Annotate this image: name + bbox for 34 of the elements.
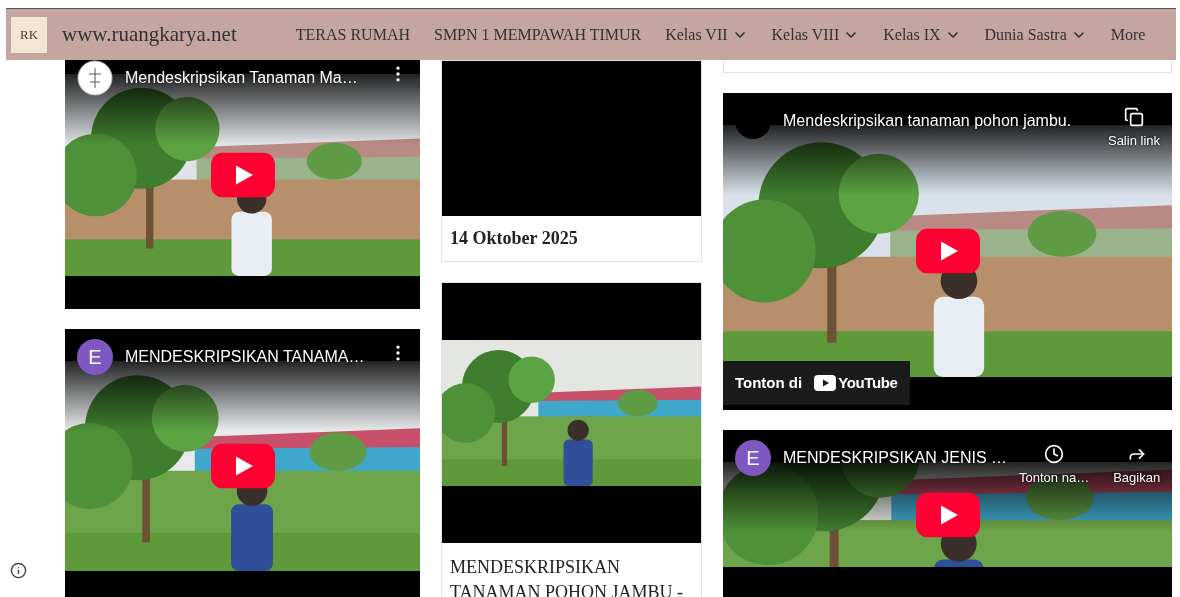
channel-avatar[interactable]: E: [77, 339, 113, 375]
info-icon[interactable]: [10, 562, 27, 579]
nav-link[interactable]: SMPN 1 MEMPAWAH TIMUR: [434, 22, 642, 47]
nav-link[interactable]: TERAS RUMAH: [295, 22, 410, 47]
post-card[interactable]: 14 Oktober 2025: [441, 60, 702, 262]
video-action[interactable]: Salin link: [1107, 107, 1160, 151]
youtube-logo: YouTube: [814, 371, 898, 395]
copy-icon: [1124, 107, 1144, 127]
play-button[interactable]: [210, 152, 275, 198]
video-title[interactable]: MENDESKRIPSIKAN JENIS …: [783, 440, 1008, 476]
video-title[interactable]: Mendeskripsikan tanaman pohon jambu.: [783, 103, 1096, 139]
play-button[interactable]: [915, 492, 980, 537]
video-title[interactable]: Mendeskripsikan Tanaman Ma…: [125, 60, 376, 96]
video-action[interactable]: Bagikan: [1113, 444, 1161, 488]
video-embed[interactable]: Mendeskripsikan Tanaman Ma…: [65, 60, 420, 309]
nav-link[interactable]: Dunia Sastra: [984, 22, 1087, 47]
play-button[interactable]: [210, 443, 275, 489]
site-logo[interactable]: RK: [11, 16, 47, 53]
channel-avatar[interactable]: [77, 60, 113, 96]
watch-on-youtube-button[interactable]: Tonton di YouTube: [723, 361, 910, 405]
video-title[interactable]: MENDESKRIPSIKAN TANAMA…: [125, 339, 376, 375]
nav-link[interactable]: Kelas IX: [883, 22, 961, 47]
site-title[interactable]: www.ruangkarya.net: [62, 18, 237, 51]
nav-link[interactable]: Kelas VII: [665, 22, 748, 47]
channel-avatar[interactable]: E: [735, 440, 771, 476]
play-button[interactable]: [915, 228, 980, 274]
video-embed[interactable]: E MENDESKRIPSIKAN TANAMA…: [65, 329, 420, 597]
nav-link[interactable]: More: [1110, 22, 1146, 47]
video-embed[interactable]: Mendeskripsikan tanaman pohon jambu. Salin link Tonton di YouTube: [723, 93, 1172, 410]
clock-icon: [1044, 444, 1065, 464]
video-action[interactable]: Tonton na…: [1019, 444, 1090, 488]
nav-link[interactable]: Kelas VIII: [771, 22, 860, 47]
video-embed[interactable]: E MENDESKRIPSIKAN JENIS … Tonton na… Bagikan: [723, 430, 1172, 597]
post-caption[interactable]: 14 Oktober 2025: [442, 216, 701, 261]
